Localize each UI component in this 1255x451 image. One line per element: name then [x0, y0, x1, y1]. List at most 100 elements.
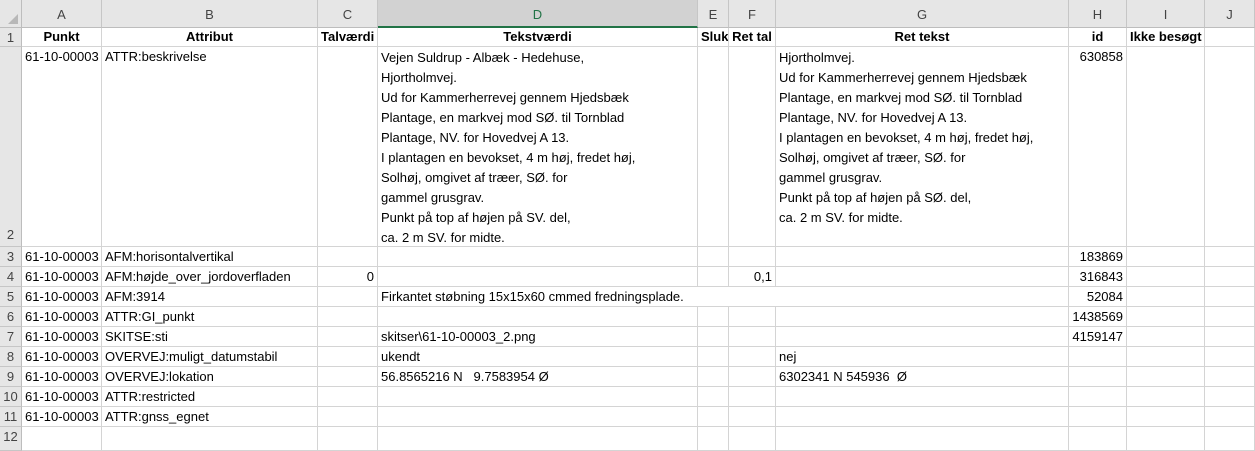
header-cell-talvaerdi[interactable]: Talværdi: [318, 28, 378, 47]
cell-ret-tal[interactable]: [729, 387, 776, 407]
cell-ret-tekst[interactable]: nej: [776, 347, 1069, 367]
cell-ret-tal[interactable]: [729, 307, 776, 327]
cell-punkt[interactable]: 61-10-00003: [22, 47, 102, 247]
cell-ret-tal[interactable]: [729, 47, 776, 247]
cell-id[interactable]: 630858: [1069, 47, 1127, 247]
cell-empty[interactable]: [1205, 47, 1255, 247]
cell-ikke-besoegt[interactable]: [1127, 327, 1205, 347]
row-header-8[interactable]: 8: [0, 347, 22, 367]
cell-ret-tekst[interactable]: 6302341 N 545936 Ø: [776, 367, 1069, 387]
cell-attribut[interactable]: [102, 427, 318, 451]
column-header-h[interactable]: H: [1069, 0, 1127, 28]
cell-id[interactable]: [1069, 367, 1127, 387]
cell-sluk[interactable]: [698, 307, 729, 327]
cell-empty[interactable]: [1205, 347, 1255, 367]
cell-id[interactable]: [1069, 347, 1127, 367]
cell-ikke-besoegt[interactable]: [1127, 267, 1205, 287]
cell-ret-tal[interactable]: [729, 327, 776, 347]
cell-ikke-besoegt[interactable]: [1127, 287, 1205, 307]
cell-id[interactable]: 183869: [1069, 247, 1127, 267]
cell-empty[interactable]: [1205, 427, 1255, 451]
cell-tekstvaerdi[interactable]: [378, 407, 698, 427]
row-header-3[interactable]: 3: [0, 247, 22, 267]
cell-talvaerdi[interactable]: [318, 407, 378, 427]
cell-ret-tekst[interactable]: [776, 307, 1069, 327]
column-header-f[interactable]: F: [729, 0, 776, 28]
cell-sluk[interactable]: [698, 247, 729, 267]
column-header-e[interactable]: E: [698, 0, 729, 28]
cell-punkt[interactable]: 61-10-00003: [22, 267, 102, 287]
cell-talvaerdi[interactable]: [318, 307, 378, 327]
cell-tekstvaerdi[interactable]: [378, 247, 698, 267]
column-header-d[interactable]: D: [378, 0, 698, 28]
cell-tekstvaerdi[interactable]: Vejen Suldrup - Albæk - Hedehuse, Hjorth…: [378, 47, 698, 247]
cell-sluk[interactable]: [698, 327, 729, 347]
cell-ikke-besoegt[interactable]: [1127, 247, 1205, 267]
column-header-j[interactable]: J: [1205, 0, 1255, 28]
select-all-button[interactable]: [0, 0, 22, 28]
cell-sluk[interactable]: [698, 407, 729, 427]
cell-punkt[interactable]: 61-10-00003: [22, 247, 102, 267]
cell-talvaerdi[interactable]: [318, 387, 378, 407]
cell-ret-tekst[interactable]: [776, 387, 1069, 407]
cell-attribut[interactable]: AFM:horisontalvertikal: [102, 247, 318, 267]
row-header-4[interactable]: 4: [0, 267, 22, 287]
header-cell-ret-tekst[interactable]: Ret tekst: [776, 28, 1069, 47]
cell-attribut[interactable]: ATTR:GI_punkt: [102, 307, 318, 327]
cell-attribut[interactable]: AFM:højde_over_jordoverfladen: [102, 267, 318, 287]
cell-tekstvaerdi[interactable]: 56.8565216 N 9.7583954 Ø: [378, 367, 698, 387]
cell-id[interactable]: 316843: [1069, 267, 1127, 287]
cell-attribut[interactable]: ATTR:restricted: [102, 387, 318, 407]
cell-punkt[interactable]: 61-10-00003: [22, 387, 102, 407]
cell-punkt[interactable]: 61-10-00003: [22, 367, 102, 387]
cell-ret-tal[interactable]: [729, 407, 776, 427]
cell-talvaerdi[interactable]: [318, 367, 378, 387]
cell-tekstvaerdi[interactable]: [378, 307, 698, 327]
cell-talvaerdi[interactable]: [318, 287, 378, 307]
cell-tekstvaerdi[interactable]: [378, 387, 698, 407]
row-header-1[interactable]: 1: [0, 28, 22, 47]
cell-attribut[interactable]: AFM:3914: [102, 287, 318, 307]
cell-empty[interactable]: [1205, 407, 1255, 427]
cell-empty[interactable]: [1205, 287, 1255, 307]
cell-ret-tekst[interactable]: [776, 407, 1069, 427]
cell-talvaerdi[interactable]: [318, 327, 378, 347]
cell-ret-tekst[interactable]: [776, 247, 1069, 267]
cell-id[interactable]: 1438569: [1069, 307, 1127, 327]
cell-sluk[interactable]: [698, 367, 729, 387]
header-cell-ikke-besoegt[interactable]: Ikke besøgt: [1127, 28, 1205, 47]
cell-ikke-besoegt[interactable]: [1127, 387, 1205, 407]
cell-ret-tekst[interactable]: [776, 327, 1069, 347]
row-header-9[interactable]: 9: [0, 367, 22, 387]
cell-ret-tal[interactable]: [729, 347, 776, 367]
column-header-b[interactable]: B: [102, 0, 318, 28]
cell-sluk[interactable]: [698, 387, 729, 407]
column-header-a[interactable]: A: [22, 0, 102, 28]
header-cell-sluk[interactable]: Sluk: [698, 28, 729, 47]
cell-empty[interactable]: [1205, 267, 1255, 287]
cell-punkt[interactable]: 61-10-00003: [22, 287, 102, 307]
cell-tekstvaerdi[interactable]: [378, 267, 698, 287]
cell-talvaerdi[interactable]: 0: [318, 267, 378, 287]
cell-ret-tal[interactable]: [729, 247, 776, 267]
cell-id[interactable]: [1069, 427, 1127, 451]
cell-sluk[interactable]: [698, 347, 729, 367]
cell-ikke-besoegt[interactable]: [1127, 427, 1205, 451]
cell-punkt[interactable]: 61-10-00003: [22, 347, 102, 367]
cell-attribut[interactable]: ATTR:beskrivelse: [102, 47, 318, 247]
cell-ret-tekst[interactable]: [776, 427, 1069, 451]
header-cell-id[interactable]: id: [1069, 28, 1127, 47]
cell-j1[interactable]: [1205, 28, 1255, 47]
cell-punkt[interactable]: 61-10-00003: [22, 327, 102, 347]
row-header-2[interactable]: 2: [0, 47, 22, 247]
cell-empty[interactable]: [1205, 307, 1255, 327]
cell-ret-tekst[interactable]: [776, 267, 1069, 287]
cell-id[interactable]: 52084: [1069, 287, 1127, 307]
cell-ret-tekst[interactable]: [776, 287, 1069, 307]
cell-ret-tal[interactable]: [729, 427, 776, 451]
cell-ikke-besoegt[interactable]: [1127, 347, 1205, 367]
cell-ret-tekst[interactable]: Hjortholmvej. Ud for Kammerherrevej genn…: [776, 47, 1069, 247]
cell-id[interactable]: [1069, 387, 1127, 407]
cell-attribut[interactable]: SKITSE:sti: [102, 327, 318, 347]
cell-empty[interactable]: [1205, 387, 1255, 407]
